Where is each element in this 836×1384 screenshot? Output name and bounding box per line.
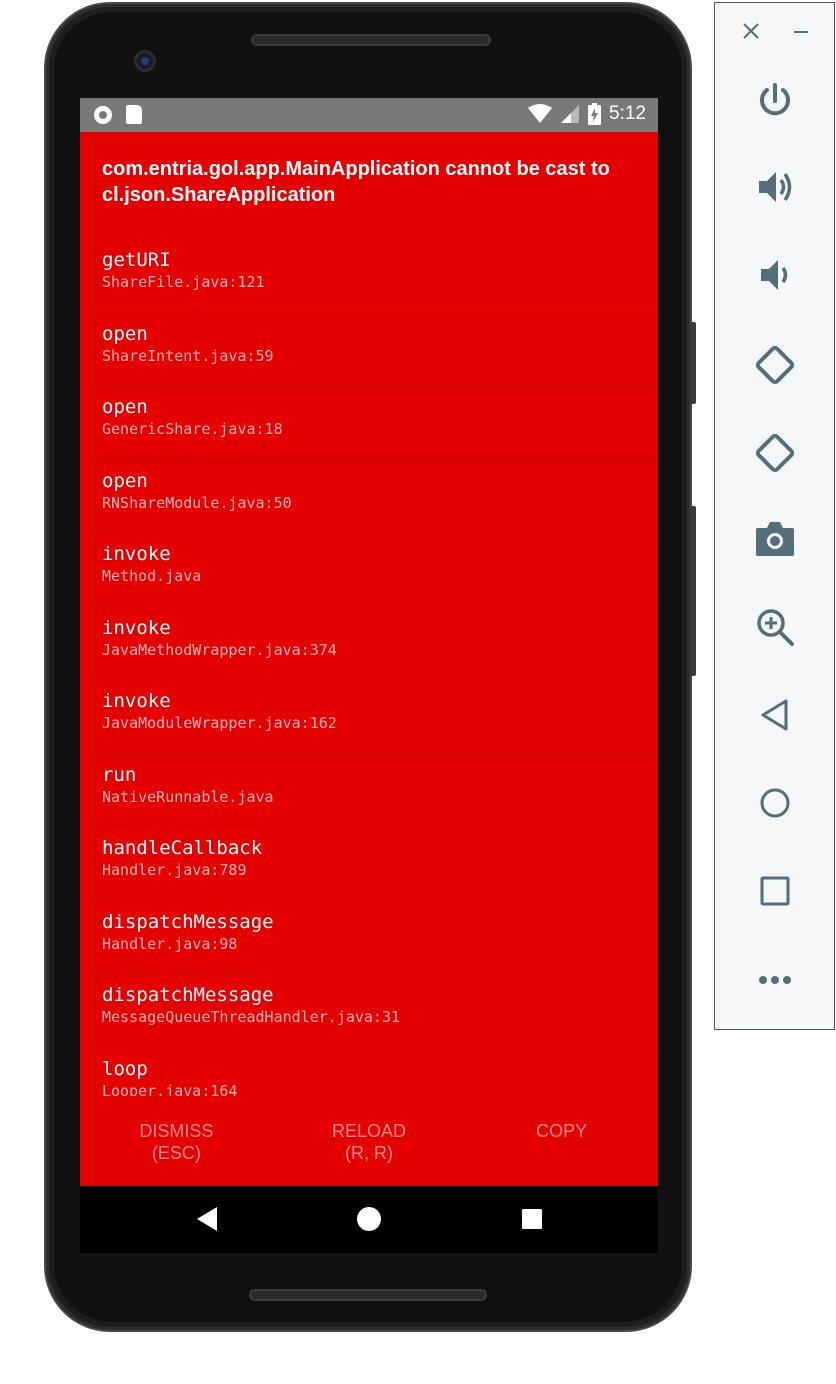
frame-method: getURI — [102, 249, 171, 271]
nav-home-icon[interactable] — [356, 1206, 382, 1232]
frame-file: Handler.java:789 — [102, 861, 247, 879]
stack-frame[interactable]: open ShareIntent.java:59 — [80, 312, 658, 385]
zoom-button[interactable] — [715, 606, 834, 648]
stack-frame[interactable]: open RNShareModule.java:50 — [80, 459, 658, 532]
stack-frame[interactable]: invoke JavaMethodWrapper.java:374 — [80, 606, 658, 679]
top-speaker — [251, 34, 491, 46]
emulator-toolbar — [714, 2, 835, 1030]
dismiss-button[interactable]: DISMISS (ESC) — [80, 1106, 273, 1186]
reload-shortcut: (R, R) — [345, 1143, 393, 1163]
frame-file: JavaMethodWrapper.java:374 — [102, 640, 337, 659]
camera-icon — [755, 522, 794, 556]
nav-overview-icon[interactable] — [521, 1206, 543, 1232]
frame-method: invoke — [102, 543, 171, 565]
minimize-icon[interactable] — [791, 21, 811, 41]
notification-dot-icon — [94, 105, 112, 124]
frame-method: open — [102, 396, 148, 418]
phone-power-button[interactable] — [690, 322, 696, 404]
frame-method: run — [102, 763, 137, 786]
frame-file: ShareIntent.java:59 — [102, 346, 274, 365]
stack-frame[interactable]: handleCallback Handler.java:789 — [80, 826, 658, 900]
dismiss-shortcut: (ESC) — [151, 1143, 201, 1163]
zoom-icon — [756, 609, 794, 646]
redbox-actions: DISMISS (ESC) RELOAD (R, R) COPY — [80, 1106, 658, 1186]
status-bar: 5:12 — [80, 98, 658, 132]
device-screen: 5:12 com.entria.gol.app.MainApplication … — [80, 98, 658, 1253]
battery-charging-icon — [588, 103, 602, 125]
home-icon — [760, 788, 789, 818]
rotate-left-icon — [755, 345, 794, 385]
stack-frame[interactable]: open GenericShare.java:18 — [80, 385, 658, 459]
close-icon[interactable] — [741, 21, 761, 41]
frame-method: invoke — [102, 616, 171, 639]
volume-up-icon — [758, 172, 791, 202]
dismiss-label: DISMISS — [139, 1121, 214, 1141]
screenshot-button[interactable] — [715, 517, 834, 559]
reload-button[interactable]: RELOAD (R, R) — [273, 1106, 466, 1186]
stack-frame[interactable]: dispatchMessage MessageQueueThreadHandle… — [80, 973, 658, 1047]
stack-frame[interactable]: loop Looper.java:164 — [80, 1047, 658, 1097]
error-title: com.entria.gol.app.MainApplication canno… — [102, 158, 610, 206]
rotate-right-button[interactable] — [715, 429, 834, 477]
copy-button[interactable]: COPY — [465, 1106, 658, 1186]
overview-button[interactable] — [715, 871, 834, 911]
rotate-left-button[interactable] — [715, 341, 834, 389]
status-time: 5:12 — [609, 103, 646, 124]
reload-label: RELOAD — [331, 1121, 407, 1141]
stack-trace-list[interactable]: getURI ShareFile.java:121 open ShareInte… — [80, 238, 658, 1096]
copy-label: COPY — [536, 1121, 588, 1141]
home-button[interactable] — [715, 783, 834, 823]
frame-method: open — [102, 322, 148, 345]
frame-file: RNShareModule.java:50 — [102, 493, 292, 512]
more-button[interactable] — [715, 965, 834, 995]
frame-file: Looper.java:164 — [102, 1081, 238, 1097]
frame-method: dispatchMessage — [102, 910, 274, 933]
stack-frame[interactable]: run NativeRunnable.java — [80, 753, 658, 826]
frame-method: invoke — [102, 690, 171, 712]
frame-method: handleCallback — [102, 837, 263, 859]
frame-file: ShareFile.java:121 — [102, 273, 265, 291]
nav-back-icon[interactable] — [195, 1206, 219, 1232]
stack-frame[interactable]: getURI ShareFile.java:121 — [80, 238, 658, 312]
back-icon — [761, 699, 787, 731]
frame-file: JavaModuleWrapper.java:162 — [102, 714, 337, 732]
back-button[interactable] — [715, 695, 834, 735]
frame-file: GenericShare.java:18 — [102, 420, 283, 438]
wifi-icon — [528, 104, 553, 123]
stack-frame[interactable]: invoke JavaModuleWrapper.java:162 — [80, 679, 658, 753]
front-camera — [134, 50, 156, 72]
volume-down-icon — [760, 260, 787, 290]
stack-frame[interactable]: dispatchMessage Handler.java:98 — [80, 900, 658, 973]
volume-down-button[interactable] — [715, 255, 834, 295]
stack-frame[interactable]: invoke Method.java — [80, 532, 658, 606]
frame-file: Handler.java:98 — [102, 934, 238, 953]
frame-file: MessageQueueThreadHandler.java:31 — [102, 1008, 401, 1026]
frame-method: dispatchMessage — [102, 984, 274, 1006]
frame-file: NativeRunnable.java — [102, 787, 274, 806]
android-nav-bar — [80, 1186, 658, 1253]
overview-icon — [760, 876, 789, 906]
frame-file: Method.java — [102, 567, 202, 585]
phone-volume-button[interactable] — [690, 506, 696, 676]
sd-card-icon — [126, 105, 142, 124]
cellular-signal-icon — [561, 105, 580, 123]
power-icon — [759, 83, 790, 116]
frame-method: open — [102, 469, 148, 492]
bottom-speaker — [249, 1289, 487, 1301]
power-button[interactable] — [715, 81, 834, 121]
rotate-right-icon — [755, 433, 794, 473]
more-icon — [758, 976, 791, 984]
frame-method: loop — [102, 1057, 148, 1080]
volume-up-button[interactable] — [715, 167, 834, 207]
